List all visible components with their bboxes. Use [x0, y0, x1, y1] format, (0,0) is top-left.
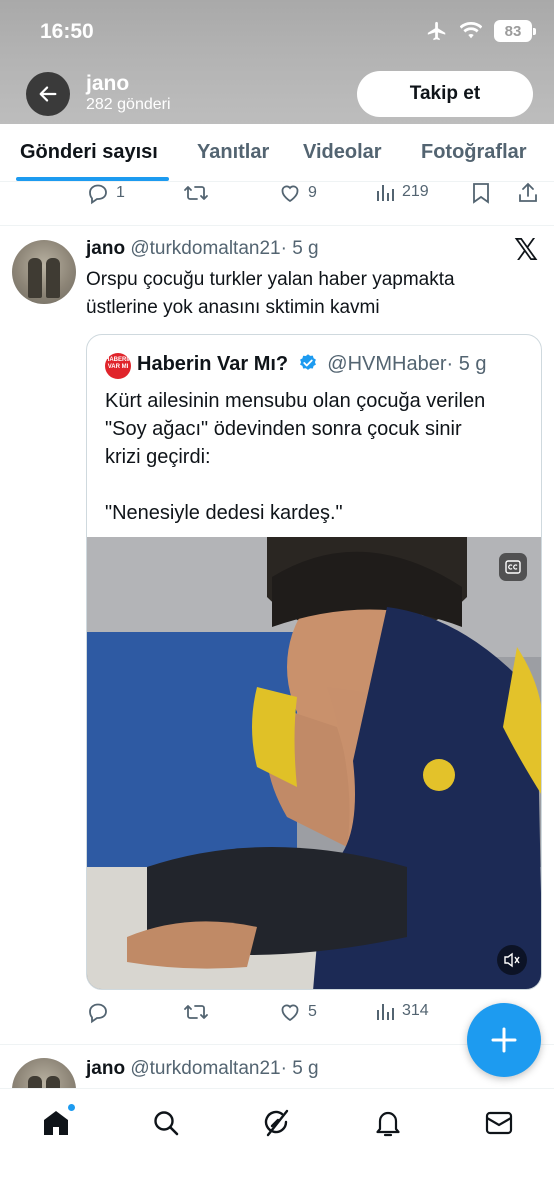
tweet-author-handle[interactable]: @turkdomaltan21 [130, 1058, 280, 1079]
bookmark-icon [473, 183, 489, 204]
nav-search[interactable] [150, 1107, 182, 1139]
tweet-text-line: üstlerine yok anasını sktimin kavmi [86, 297, 380, 318]
x-logo-icon[interactable]: 𝕏 [514, 233, 538, 268]
quote-time: · 5 g [446, 353, 487, 375]
heart-icon [281, 1004, 299, 1022]
status-time: 16:50 [40, 20, 94, 43]
nav-messages[interactable] [483, 1107, 515, 1139]
retweet-button[interactable] [183, 1000, 209, 1024]
quote-text: Kürt ailesinin mensubu olan çocuğa veril… [105, 387, 525, 527]
battery-indicator: 83 [494, 20, 536, 42]
speaker-muted-icon [504, 952, 520, 968]
compose-button[interactable] [467, 1003, 541, 1077]
bottom-navigation [0, 1088, 554, 1200]
tweet-header: jano @turkdomaltan21· 5 g [86, 238, 319, 260]
tweet-author-handle[interactable]: @turkdomaltan21 [130, 238, 280, 259]
quote-author-handle: @HVMHaber [327, 353, 447, 375]
bar-chart-icon [377, 1004, 394, 1020]
tab-replies[interactable]: Yanıtlar [197, 141, 269, 164]
quoted-tweet-card[interactable]: HABERIN VAR MI Haberin Var Mı? @HVMHaber… [86, 334, 542, 990]
verified-badge-icon [299, 354, 316, 370]
video-thumbnail [87, 537, 541, 989]
captions-button[interactable] [499, 553, 527, 581]
avatar[interactable] [12, 240, 76, 304]
nav-notifications[interactable] [372, 1107, 404, 1139]
heart-icon [281, 185, 299, 203]
quote-header: Haberin Var Mı? @HVMHaber· 5 g [137, 353, 487, 376]
follow-button[interactable]: Takip et [357, 71, 533, 117]
back-button[interactable] [26, 72, 70, 116]
share-icon [519, 182, 537, 202]
like-button[interactable]: 9 [278, 181, 317, 205]
tab-videos[interactable]: Videolar [303, 141, 382, 164]
tweet-text-line: Orspu çocuğu turkler yalan haber yapmakt… [86, 269, 455, 290]
nav-grok[interactable] [261, 1107, 293, 1139]
reply-icon [89, 184, 107, 205]
tweet-author-name[interactable]: jano [86, 238, 125, 259]
views-count: 219 [402, 183, 429, 200]
search-icon [154, 1111, 179, 1136]
like-count: 9 [308, 184, 317, 201]
reply-button[interactable]: 1 [86, 181, 125, 205]
quote-avatar: HABERIN VAR MI [105, 353, 132, 379]
mute-button[interactable] [497, 945, 527, 975]
retweet-icon [184, 1005, 208, 1019]
tab-posts[interactable]: Gönderi sayısı [20, 141, 158, 164]
tweet-time: · 5 g [280, 1058, 319, 1079]
quote-text-line: krizi geçirdi: [105, 446, 211, 468]
plus-icon [491, 1027, 517, 1053]
bell-icon [376, 1111, 400, 1137]
reply-icon [89, 1003, 107, 1024]
tab-photos[interactable]: Fotoğraflar [421, 141, 527, 164]
reply-count: 1 [116, 184, 125, 201]
like-count: 5 [308, 1003, 317, 1020]
notification-dot [67, 1103, 76, 1112]
reply-button[interactable] [86, 1000, 110, 1024]
prev-tweet-actions: 1 9 219 [0, 181, 554, 211]
quote-author-name: Haberin Var Mı? [137, 353, 289, 375]
profile-name: jano [86, 72, 130, 95]
next-tweet-header: jano @turkdomaltan21· 5 g [86, 1058, 319, 1080]
captions-icon [505, 560, 521, 574]
wifi-icon [460, 22, 482, 39]
tweet-divider [0, 225, 554, 226]
tweet-time: · 5 g [280, 238, 319, 259]
status-icons: 83 [426, 20, 536, 42]
retweet-button[interactable] [183, 181, 209, 205]
post-count: 282 gönderi [86, 96, 171, 113]
bookmark-button[interactable] [470, 181, 492, 205]
views-button[interactable]: 314 [374, 1000, 429, 1022]
like-button[interactable]: 5 [278, 1000, 317, 1024]
mail-icon [485, 1111, 513, 1135]
nav-home[interactable] [40, 1103, 76, 1139]
quote-text-line: Kürt ailesinin mensubu olan çocuğa veril… [105, 390, 486, 412]
tweet-text: Orspu çocuğu turkler yalan haber yapmakt… [86, 266, 526, 322]
views-button[interactable]: 219 [374, 181, 429, 203]
airplane-icon [427, 21, 446, 41]
grok-icon [264, 1109, 289, 1137]
views-count: 314 [402, 1002, 429, 1019]
quote-text-line: "Soy ağacı" ödevinden sonra çocuk sinir [105, 418, 462, 440]
tweet-author-name[interactable]: jano [86, 1058, 125, 1079]
profile-tabs: Gönderi sayısı Yanıtlar Videolar Fotoğra… [0, 124, 554, 182]
quote-text-line: "Nenesiyle dedesi kardeş." [105, 502, 343, 524]
retweet-icon [184, 186, 208, 200]
bar-chart-icon [377, 185, 394, 201]
home-icon [44, 1111, 68, 1135]
video-player[interactable] [87, 537, 541, 989]
arrow-left-icon [39, 86, 57, 102]
share-button[interactable] [517, 181, 539, 205]
